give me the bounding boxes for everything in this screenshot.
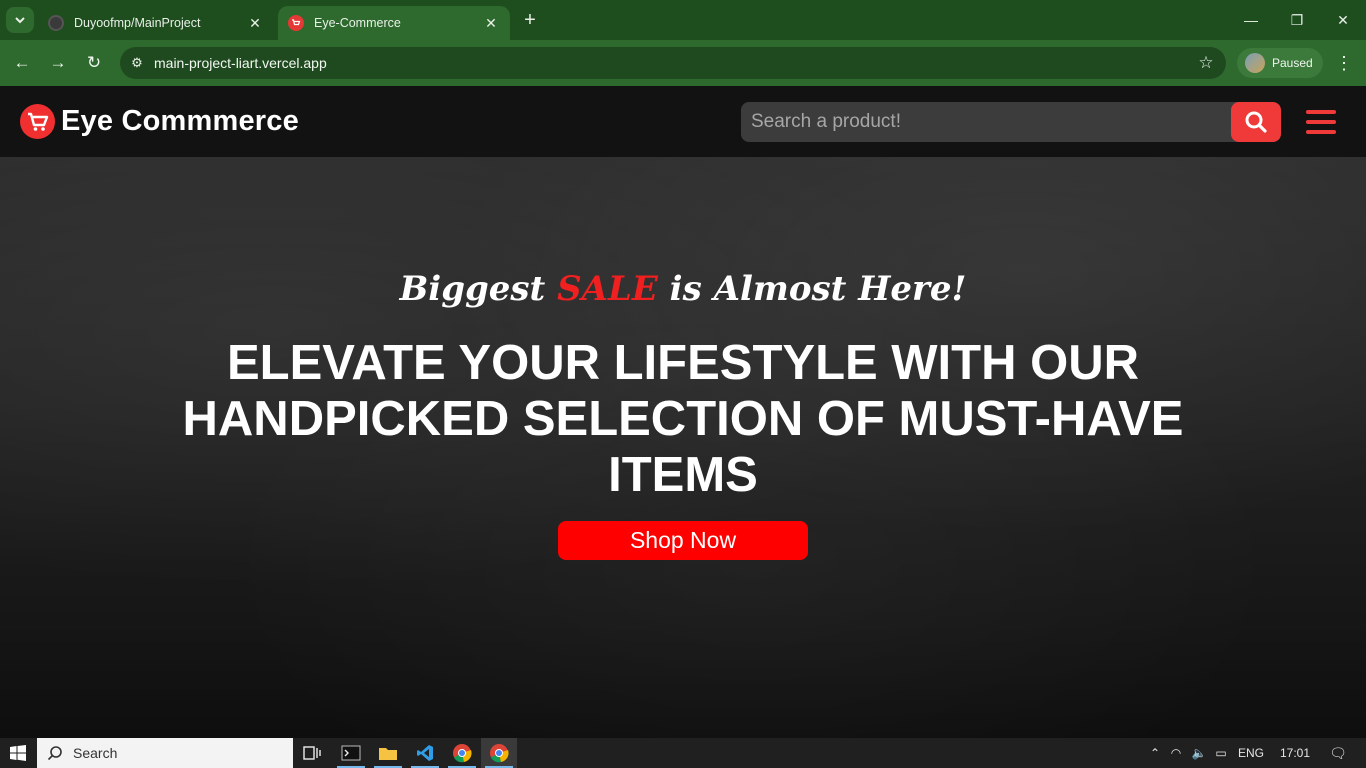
profile-status: Paused [1272,56,1313,70]
chrome-icon[interactable] [444,738,480,768]
chevron-up-icon[interactable]: ⌃ [1146,746,1164,760]
language-indicator[interactable]: ENG [1232,746,1270,760]
shop-now-button[interactable]: Shop Now [558,521,808,560]
volume-icon[interactable]: 🔈 [1188,746,1210,760]
site-logo[interactable]: Eye Commmerce [20,104,299,139]
tab-title: Eye-Commerce [314,16,401,30]
system-tray: ⌃ ◠ 🔈 ▭ ENG 17:01 🗨 [1146,738,1356,768]
chevron-down-icon [15,17,25,24]
taskbar-search-label: Search [73,745,118,761]
close-window-button[interactable]: ✕ [1328,8,1358,32]
minimize-button[interactable]: — [1236,8,1266,32]
product-search [741,102,1281,142]
clock[interactable]: 17:01 [1270,746,1320,760]
windows-taskbar: Search ⌃ ◠ 🔈 ▭ ENG 17:01 🗨 [0,738,1366,768]
tab-github[interactable]: Duyoofmp/MainProject ✕ [38,6,274,40]
back-icon[interactable]: ← [10,51,34,75]
tab-eye-commerce[interactable]: Eye-Commerce ✕ [278,6,510,40]
notifications-icon[interactable]: 🗨 [1320,745,1356,762]
more-menu-icon[interactable]: ⋮ [1332,52,1356,76]
hero-title: ELEVATE YOUR LIFESTYLE WITH OUR HANDPICK… [182,336,1184,502]
sale-highlight: SALE [557,269,658,309]
search-icon [47,746,62,761]
new-tab-button[interactable]: + [518,9,542,33]
close-icon[interactable]: ✕ [246,15,264,32]
reload-icon[interactable]: ↻ [82,51,106,75]
battery-icon[interactable]: ▭ [1210,746,1232,760]
forward-icon[interactable]: → [46,51,70,75]
tagline-text: is Almost Here! [657,269,967,309]
site-header: Eye Commmerce [0,87,1366,157]
url-text[interactable]: main-project-liart.vercel.app [154,55,1186,71]
vscode-icon[interactable] [407,738,443,768]
search-input[interactable] [741,102,1231,142]
hero-banner: Biggest SALE is Almost Here! ELEVATE YOU… [0,157,1366,738]
address-bar[interactable]: ⚙ main-project-liart.vercel.app ☆ [120,47,1226,79]
chrome-icon[interactable] [481,738,517,768]
bookmark-star-icon[interactable]: ☆ [1186,53,1226,73]
avatar [1245,53,1265,73]
tagline-text: Biggest [399,269,558,309]
profile-button[interactable]: Paused [1237,48,1323,78]
terminal-icon[interactable] [333,738,369,768]
browser-tab-strip: Duyoofmp/MainProject ✕ Eye-Commerce ✕ + … [0,0,1366,40]
windows-start-icon[interactable] [0,738,36,768]
restore-button[interactable]: ❐ [1282,8,1312,32]
close-icon[interactable]: ✕ [482,15,500,32]
hamburger-menu-icon[interactable] [1306,110,1336,134]
tab-search-button[interactable] [6,7,34,33]
cart-icon [20,104,55,139]
task-view-icon[interactable] [294,738,330,768]
file-explorer-icon[interactable] [370,738,406,768]
hero-tagline: Biggest SALE is Almost Here! [0,269,1366,309]
network-icon[interactable]: ◠ [1164,746,1188,760]
logo-text: Eye Commmerce [61,105,299,137]
cart-icon [288,15,304,31]
site-info-icon[interactable]: ⚙ [120,55,154,71]
search-button[interactable] [1231,102,1281,142]
search-icon [1245,111,1267,133]
taskbar-search[interactable]: Search [37,738,293,768]
tab-title: Duyoofmp/MainProject [74,16,201,30]
browser-toolbar: ← → ↻ ⚙ main-project-liart.vercel.app ☆ … [0,40,1366,86]
github-icon [48,15,64,31]
